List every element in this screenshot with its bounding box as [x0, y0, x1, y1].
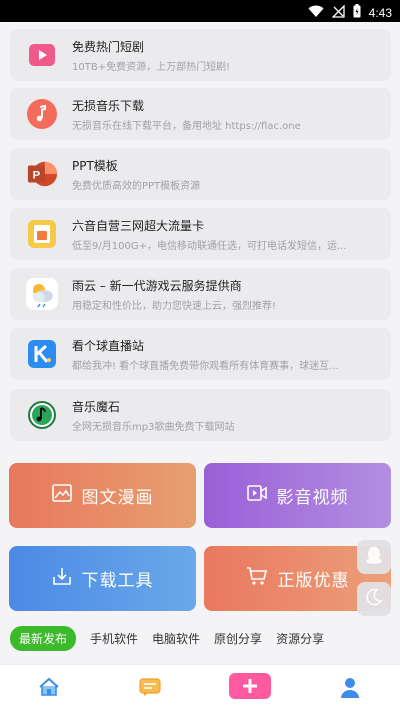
category-label: 下载工具 [81, 571, 154, 591]
user-icon[interactable] [340, 677, 360, 703]
item-desc: 无损音乐在线下载平台，备用地址 https://flac.one [72, 121, 301, 132]
item-desc: 免费优质高效的PPT模板资源 [72, 181, 201, 192]
item-title: 看个球直播站 [72, 339, 145, 353]
svg-text:P: P [33, 170, 41, 182]
video-icon [246, 484, 267, 507]
sports-k-icon [26, 338, 58, 370]
sim-card-icon [26, 218, 58, 250]
category-comics-button[interactable]: 图文漫画 [9, 463, 196, 528]
category-label: 正版优惠 [277, 571, 350, 591]
list-item-lossless-music[interactable]: 无损音乐下载 无损音乐在线下载平台，备用地址 https://flac.one [10, 88, 391, 140]
weather-cloud-icon [26, 278, 58, 310]
qq-penguin-icon [365, 545, 383, 569]
image-icon [51, 484, 72, 507]
no-signal-icon [331, 3, 345, 22]
tab-latest[interactable]: 最新发布 [10, 626, 77, 651]
item-title: 六音自营三网超大流量卡 [72, 219, 205, 233]
item-desc: 用稳定和性价比，助力您快速上云，强烈推荐! [72, 301, 277, 312]
download-icon [52, 566, 72, 591]
wifi-icon [308, 3, 324, 22]
list-item-kanqiu[interactable]: 看个球直播站 都给我冲! 看个球直播免费带你观看所有体育赛事，球迷互... [10, 328, 391, 380]
add-icon[interactable] [229, 673, 271, 703]
item-title: 免费热门短剧 [72, 40, 145, 54]
clock: 4:43 [368, 5, 392, 20]
list-item-music-stone[interactable]: 音乐魔石 全网无损音乐mp3歌曲免费下载网站 [10, 389, 391, 441]
item-desc: 低至9/月100G+，电信移动联通任选，可打电话发短信，运... [72, 241, 347, 252]
tab-original-share[interactable]: 原创分享 [214, 630, 262, 647]
item-desc: 10TB+免费资源，上万部热门短剧! [72, 62, 231, 73]
powerpoint-icon: P [26, 158, 58, 190]
item-title: 音乐魔石 [72, 400, 121, 414]
item-desc: 都给我冲! 看个球直播免费带你观看所有体育赛事，球迷互... [72, 361, 339, 372]
play-icon [26, 39, 58, 71]
item-title: 雨云 – 新一代游戏云服务提供商 [72, 279, 242, 293]
category-download-tools-button[interactable]: 下载工具 [9, 546, 196, 611]
item-title: PPT模板 [72, 159, 118, 173]
home-icon[interactable] [38, 677, 60, 701]
battery-icon [353, 3, 361, 22]
tab-mobile-software[interactable]: 手机软件 [90, 630, 138, 647]
list-item-short-drama[interactable]: 免费热门短剧 10TB+免费资源，上万部热门短剧! [10, 29, 391, 81]
cart-icon [246, 566, 268, 591]
item-title: 无损音乐下载 [72, 99, 145, 113]
music-note-icon [26, 98, 58, 130]
list-item-rainyun[interactable]: 雨云 – 新一代游戏云服务提供商 用稳定和性价比，助力您快速上云，强烈推荐! [10, 268, 391, 320]
category-label: 影音视频 [276, 488, 349, 508]
message-icon[interactable] [139, 677, 161, 701]
tab-resource-share[interactable]: 资源分享 [276, 630, 324, 647]
moon-icon [365, 588, 383, 610]
content-tabs: 最新发布 手机软件 电脑软件 原创分享 资源分享 [10, 626, 324, 651]
status-bar: 4:43 [0, 0, 400, 22]
music-disc-icon [26, 399, 58, 431]
tab-pc-software[interactable]: 电脑软件 [152, 630, 200, 647]
category-video-button[interactable]: 影音视频 [204, 463, 391, 528]
qq-float-button[interactable] [357, 540, 391, 574]
list-item-sim-card[interactable]: 六音自营三网超大流量卡 低至9/月100G+，电信移动联通任选，可打电话发短信，… [10, 208, 391, 260]
list-item-ppt[interactable]: P PPT模板 免费优质高效的PPT模板资源 [10, 148, 391, 200]
item-desc: 全网无损音乐mp3歌曲免费下载网站 [72, 422, 235, 433]
bottom-nav [0, 664, 400, 711]
category-label: 图文漫画 [81, 488, 154, 508]
dark-mode-float-button[interactable] [357, 582, 391, 616]
